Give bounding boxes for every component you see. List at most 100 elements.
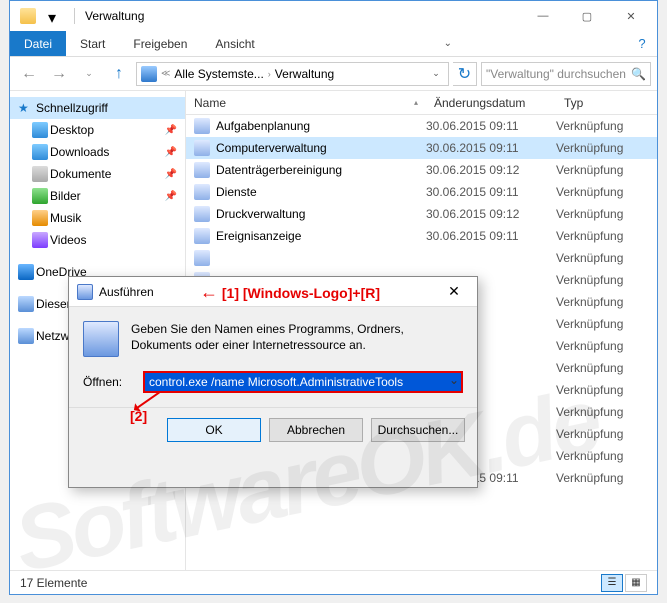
details-view-icon[interactable]: ☰ — [601, 574, 623, 592]
chevron-right-icon: ≪ — [159, 68, 172, 79]
file-type: Verknüpfung — [556, 471, 657, 485]
sidebar-item-label: Musik — [50, 211, 81, 225]
maximize-button[interactable]: ▢ — [565, 2, 609, 30]
run-open-label: Öffnen: — [83, 375, 135, 389]
file-type: Verknüpfung — [556, 141, 657, 155]
run-dialog: Ausführen ✕ Geben Sie den Namen eines Pr… — [68, 276, 478, 488]
sidebar-item-label: Videos — [50, 233, 86, 247]
run-ok-button[interactable]: OK — [167, 418, 261, 442]
shortcut-icon — [194, 118, 210, 134]
run-input-row: Öffnen: — [69, 365, 477, 407]
file-row[interactable]: Aufgabenplanung 30.06.2015 09:11Verknüpfu… — [186, 115, 657, 137]
ribbon-expand-icon[interactable]: ⌄ — [433, 31, 463, 56]
shortcut-icon — [194, 184, 210, 200]
breadcrumb-root[interactable]: Alle Systemste... — [174, 67, 263, 81]
sidebar-item[interactable]: Musik — [10, 207, 185, 229]
run-close-button[interactable]: ✕ — [439, 283, 469, 300]
file-name: Aufgabenplanung — [216, 119, 310, 133]
nav-forward-button[interactable]: → — [46, 62, 72, 86]
nav-history-dropdown[interactable]: ⌄ — [76, 62, 102, 86]
file-type: Verknüpfung — [556, 383, 657, 397]
file-row[interactable]: Datenträgerbereinigung30.06.2015 09:12Ve… — [186, 159, 657, 181]
run-dialog-titlebar: Ausführen ✕ — [69, 277, 477, 307]
close-button[interactable]: ✕ — [609, 2, 653, 30]
run-combobox[interactable] — [143, 371, 463, 393]
file-row[interactable]: Computerverwaltung 30.06.2015 09:11Verknü… — [186, 137, 657, 159]
run-input[interactable] — [143, 371, 463, 393]
cloud-icon — [18, 264, 34, 280]
file-date: 30.06.2015 09:11 — [426, 119, 556, 133]
nav-back-button[interactable]: ← — [16, 62, 42, 86]
file-type: Verknüpfung — [556, 185, 657, 199]
sidebar-item[interactable]: Bilder📌 — [10, 185, 185, 207]
help-icon[interactable]: ? — [627, 31, 657, 56]
column-name[interactable]: Name ▴ — [186, 96, 426, 110]
run-body: Geben Sie den Namen eines Programms, Ord… — [69, 307, 477, 365]
window-title: Verwaltung — [79, 9, 521, 23]
column-headers: Name ▴ Änderungsdatum Typ — [186, 91, 657, 115]
file-row[interactable]: Ereignisanzeige 30.06.2015 09:11Verknüpfu… — [186, 225, 657, 247]
search-placeholder: "Verwaltung" durchsuchen — [486, 67, 631, 81]
column-date[interactable]: Änderungsdatum — [426, 96, 556, 110]
shortcut-icon — [194, 228, 210, 244]
star-icon: ★ — [18, 101, 29, 115]
sidebar-label: Schnellzugriff — [36, 101, 108, 115]
file-type: Verknüpfung — [556, 339, 657, 353]
file-date: 30.06.2015 09:11 — [426, 185, 556, 199]
statusbar: 17 Elemente ☰ ▦ — [10, 570, 657, 594]
pin-icon: 📌 — [165, 191, 177, 202]
control-panel-icon — [141, 66, 157, 82]
file-type: Verknüpfung — [556, 295, 657, 309]
search-input[interactable]: "Verwaltung" durchsuchen 🔍 — [481, 62, 651, 86]
tab-start[interactable]: Start — [66, 31, 119, 56]
file-row[interactable]: Druckverwaltung30.06.2015 09:12Verknüpfu… — [186, 203, 657, 225]
file-date: 30.06.2015 09:11 — [426, 141, 556, 155]
file-row[interactable]: Verknüpfung — [186, 247, 657, 269]
tab-view[interactable]: Ansicht — [201, 31, 268, 56]
file-type: Verknüpfung — [556, 427, 657, 441]
run-browse-button[interactable]: Durchsuchen... — [371, 418, 465, 442]
folder-icon — [20, 8, 36, 24]
tab-share[interactable]: Freigeben — [119, 31, 201, 56]
shortcut-icon — [194, 140, 210, 156]
file-type: Verknüpfung — [556, 361, 657, 375]
window-buttons: — ▢ ✕ — [521, 2, 653, 30]
file-date: 30.06.2015 09:12 — [426, 163, 556, 177]
breadcrumb-dropdown-icon[interactable]: ⌄ — [428, 68, 444, 79]
folder-icon — [32, 210, 48, 226]
minimize-button[interactable]: — — [521, 2, 565, 30]
sidebar-quick-access[interactable]: ★ Schnellzugriff — [10, 97, 185, 119]
status-text: 17 Elemente — [20, 576, 87, 590]
file-row[interactable]: Dienste30.06.2015 09:11Verknüpfung — [186, 181, 657, 203]
large-icons-view-icon[interactable]: ▦ — [625, 574, 647, 592]
tab-file[interactable]: Datei — [10, 31, 66, 56]
sidebar-item[interactable]: Dokumente📌 — [10, 163, 185, 185]
breadcrumb-current[interactable]: Verwaltung — [275, 67, 334, 81]
folder-icon — [32, 166, 48, 182]
network-icon — [18, 328, 34, 344]
sidebar-item[interactable]: Downloads📌 — [10, 141, 185, 163]
run-description: Geben Sie den Namen eines Programms, Ord… — [131, 321, 463, 357]
breadcrumb[interactable]: ≪ Alle Systemste... › Verwaltung ⌄ — [136, 62, 449, 86]
file-date: 30.06.2015 09:12 — [426, 207, 556, 221]
file-name: Computerverwaltung — [216, 141, 327, 155]
sidebar-item[interactable]: Videos — [10, 229, 185, 251]
search-icon: 🔍 — [631, 67, 646, 81]
column-type[interactable]: Typ — [556, 96, 657, 110]
file-type: Verknüpfung — [556, 405, 657, 419]
qat-props-icon[interactable]: ▾ — [48, 8, 64, 24]
file-type: Verknüpfung — [556, 119, 657, 133]
file-type: Verknüpfung — [556, 229, 657, 243]
file-type: Verknüpfung — [556, 449, 657, 463]
folder-icon — [32, 232, 48, 248]
file-name: Ereignisanzeige — [216, 229, 301, 243]
refresh-button[interactable]: ↻ — [453, 62, 477, 86]
titlebar: ▾ Verwaltung — ▢ ✕ — [10, 1, 657, 31]
view-mode-icons: ☰ ▦ — [601, 574, 647, 592]
sidebar-item-label: Downloads — [50, 145, 109, 159]
pin-icon: 📌 — [165, 169, 177, 180]
sidebar-item[interactable]: Desktop📌 — [10, 119, 185, 141]
run-cancel-button[interactable]: Abbrechen — [269, 418, 363, 442]
file-date: 30.06.2015 09:11 — [426, 229, 556, 243]
nav-up-button[interactable]: ↑ — [106, 62, 132, 86]
